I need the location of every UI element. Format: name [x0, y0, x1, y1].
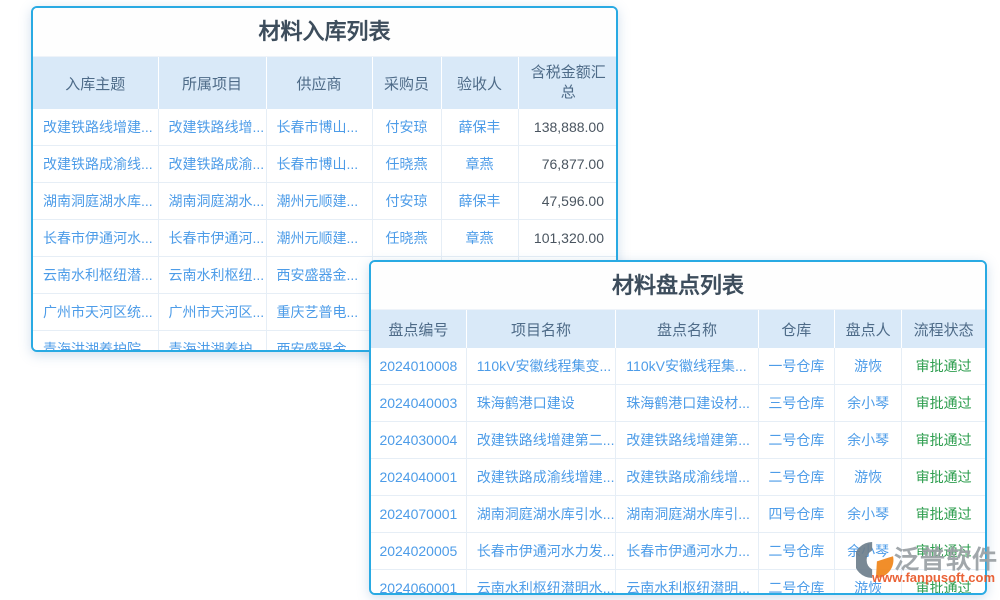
cell-supplier-link[interactable]: 重庆艺普电... [266, 294, 372, 331]
table-row: 长春市伊通河水... 长春市伊通河... 潮州元顺建... 任晓燕 章燕 101… [33, 220, 618, 257]
cell-warehouse[interactable]: 二号仓库 [758, 422, 834, 459]
cell-amount: 101,320.00 [518, 220, 618, 257]
cell-buyer[interactable]: 付安琼 [372, 109, 441, 146]
col-header-project: 所属项目 [158, 57, 266, 109]
table-row: 2024040003 珠海鹤港口建设 珠海鹤港口建设材... 三号仓库 余小琴 … [371, 385, 985, 422]
table-row: 2024010008 110kV安徽线程集变... 110kV安徽线程集... … [371, 348, 985, 385]
cell-stocktake-name-link[interactable]: 云南水利枢纽潜明... [616, 570, 758, 596]
cell-stocktake-code-link[interactable]: 2024030004 [371, 422, 466, 459]
cell-stocktake-name-link[interactable]: 改建铁路线增建第... [616, 422, 758, 459]
cell-buyer[interactable]: 任晓燕 [372, 146, 441, 183]
col-header-warehouse: 仓库 [758, 310, 834, 348]
inbound-table-title: 材料入库列表 [33, 8, 616, 57]
table-row: 改建铁路成渝线... 改建铁路成渝... 长春市博山... 任晓燕 章燕 76,… [33, 146, 618, 183]
cell-stocktaker[interactable]: 余小琴 [834, 385, 901, 422]
col-header-amount: 含税金额汇总 [518, 57, 618, 109]
cell-stocktake-code-link[interactable]: 2024020005 [371, 533, 466, 570]
watermark: 泛普软件 www.fanpusoft.com [856, 539, 996, 589]
cell-stocktake-name-link[interactable]: 110kV安徽线程集... [616, 348, 758, 385]
cell-warehouse[interactable]: 一号仓库 [758, 348, 834, 385]
cell-stocktaker[interactable]: 余小琴 [834, 422, 901, 459]
table-row: 湖南洞庭湖水库... 湖南洞庭湖水... 潮州元顺建... 付安琼 薛保丰 47… [33, 183, 618, 220]
watermark-url-text: www.fanpusoft.com [872, 570, 995, 585]
cell-project-name-link[interactable]: 改建铁路成渝线增建... [466, 459, 615, 496]
cell-warehouse[interactable]: 二号仓库 [758, 459, 834, 496]
cell-project-link[interactable]: 改建铁路线增... [158, 109, 266, 146]
cell-project-name-link[interactable]: 云南水利枢纽潜明水... [466, 570, 615, 596]
table-row: 2024070001 湖南洞庭湖水库引水... 湖南洞庭湖水库引... 四号仓库… [371, 496, 985, 533]
cell-inbound-subject-link[interactable]: 改建铁路成渝线... [33, 146, 158, 183]
cell-stocktake-name-link[interactable]: 珠海鹤港口建设材... [616, 385, 758, 422]
cell-stocktake-code-link[interactable]: 2024040001 [371, 459, 466, 496]
cell-supplier-link[interactable]: 长春市博山... [266, 146, 372, 183]
cell-amount: 47,596.00 [518, 183, 618, 220]
col-header-inspector: 验收人 [441, 57, 518, 109]
col-header-buyer: 采购员 [372, 57, 441, 109]
cell-warehouse[interactable]: 三号仓库 [758, 385, 834, 422]
col-header-stocktake-code: 盘点编号 [371, 310, 466, 348]
cell-stocktake-name-link[interactable]: 长春市伊通河水力... [616, 533, 758, 570]
col-header-stocktaker: 盘点人 [834, 310, 901, 348]
cell-project-link[interactable]: 青海洪湖养护... [158, 331, 266, 353]
cell-inbound-subject-link[interactable]: 改建铁路线增建... [33, 109, 158, 146]
cell-stocktake-code-link[interactable]: 2024010008 [371, 348, 466, 385]
cell-project-link[interactable]: 长春市伊通河... [158, 220, 266, 257]
cell-project-name-link[interactable]: 110kV安徽线程集变... [466, 348, 615, 385]
stocktake-table-header-row: 盘点编号 项目名称 盘点名称 仓库 盘点人 流程状态 [371, 310, 985, 348]
col-header-supplier: 供应商 [266, 57, 372, 109]
cell-warehouse[interactable]: 二号仓库 [758, 570, 834, 596]
cell-stocktake-code-link[interactable]: 2024060001 [371, 570, 466, 596]
cell-project-name-link[interactable]: 珠海鹤港口建设 [466, 385, 615, 422]
cell-inspector[interactable]: 章燕 [441, 146, 518, 183]
cell-warehouse[interactable]: 四号仓库 [758, 496, 834, 533]
cell-inbound-subject-link[interactable]: 湖南洞庭湖水库... [33, 183, 158, 220]
table-row: 改建铁路线增建... 改建铁路线增... 长春市博山... 付安琼 薛保丰 13… [33, 109, 618, 146]
cell-supplier-link[interactable]: 潮州元顺建... [266, 183, 372, 220]
inbound-table-header-row: 入库主题 所属项目 供应商 采购员 验收人 含税金额汇总 [33, 57, 618, 109]
cell-workflow-status[interactable]: 审批通过 [902, 385, 985, 422]
cell-workflow-status[interactable]: 审批通过 [902, 496, 985, 533]
stocktake-table-title: 材料盘点列表 [371, 262, 985, 310]
cell-inbound-subject-link[interactable]: 广州市天河区统... [33, 294, 158, 331]
cell-workflow-status[interactable]: 审批通过 [902, 459, 985, 496]
cell-inbound-subject-link[interactable]: 青海洪湖养护院... [33, 331, 158, 353]
cell-stocktake-code-link[interactable]: 2024070001 [371, 496, 466, 533]
col-header-inbound-subject: 入库主题 [33, 57, 158, 109]
cell-project-link[interactable]: 云南水利枢纽... [158, 257, 266, 294]
cell-inbound-subject-link[interactable]: 长春市伊通河水... [33, 220, 158, 257]
cell-stocktaker[interactable]: 游恢 [834, 459, 901, 496]
cell-stocktake-name-link[interactable]: 湖南洞庭湖水库引... [616, 496, 758, 533]
cell-supplier-link[interactable]: 西安盛器金... [266, 257, 372, 294]
cell-project-link[interactable]: 改建铁路成渝... [158, 146, 266, 183]
cell-supplier-link[interactable]: 长春市博山... [266, 109, 372, 146]
cell-project-link[interactable]: 湖南洞庭湖水... [158, 183, 266, 220]
cell-project-link[interactable]: 广州市天河区... [158, 294, 266, 331]
cell-stocktaker[interactable]: 游恢 [834, 348, 901, 385]
cell-inspector[interactable]: 薛保丰 [441, 183, 518, 220]
cell-stocktake-name-link[interactable]: 改建铁路成渝线增... [616, 459, 758, 496]
cell-inbound-subject-link[interactable]: 云南水利枢纽潜... [33, 257, 158, 294]
cell-inspector[interactable]: 薛保丰 [441, 109, 518, 146]
cell-project-name-link[interactable]: 改建铁路线增建第二... [466, 422, 615, 459]
page: 材料入库列表 入库主题 所属项目 供应商 采购员 验收人 含税金额汇总 改建 [0, 0, 1000, 600]
cell-project-name-link[interactable]: 长春市伊通河水力发... [466, 533, 615, 570]
cell-workflow-status[interactable]: 审批通过 [902, 348, 985, 385]
cell-buyer[interactable]: 付安琼 [372, 183, 441, 220]
col-header-stocktake-name: 盘点名称 [616, 310, 758, 348]
cell-project-name-link[interactable]: 湖南洞庭湖水库引水... [466, 496, 615, 533]
cell-inspector[interactable]: 章燕 [441, 220, 518, 257]
cell-supplier-link[interactable]: 潮州元顺建... [266, 220, 372, 257]
cell-workflow-status[interactable]: 审批通过 [902, 422, 985, 459]
table-row: 2024030004 改建铁路线增建第二... 改建铁路线增建第... 二号仓库… [371, 422, 985, 459]
cell-amount: 138,888.00 [518, 109, 618, 146]
col-header-workflow-status: 流程状态 [902, 310, 985, 348]
cell-stocktake-code-link[interactable]: 2024040003 [371, 385, 466, 422]
cell-warehouse[interactable]: 二号仓库 [758, 533, 834, 570]
cell-amount: 76,877.00 [518, 146, 618, 183]
table-row: 2024040001 改建铁路成渝线增建... 改建铁路成渝线增... 二号仓库… [371, 459, 985, 496]
cell-supplier-link[interactable]: 西安盛器金... [266, 331, 372, 353]
cell-buyer[interactable]: 任晓燕 [372, 220, 441, 257]
cell-stocktaker[interactable]: 余小琴 [834, 496, 901, 533]
col-header-project-name: 项目名称 [466, 310, 615, 348]
